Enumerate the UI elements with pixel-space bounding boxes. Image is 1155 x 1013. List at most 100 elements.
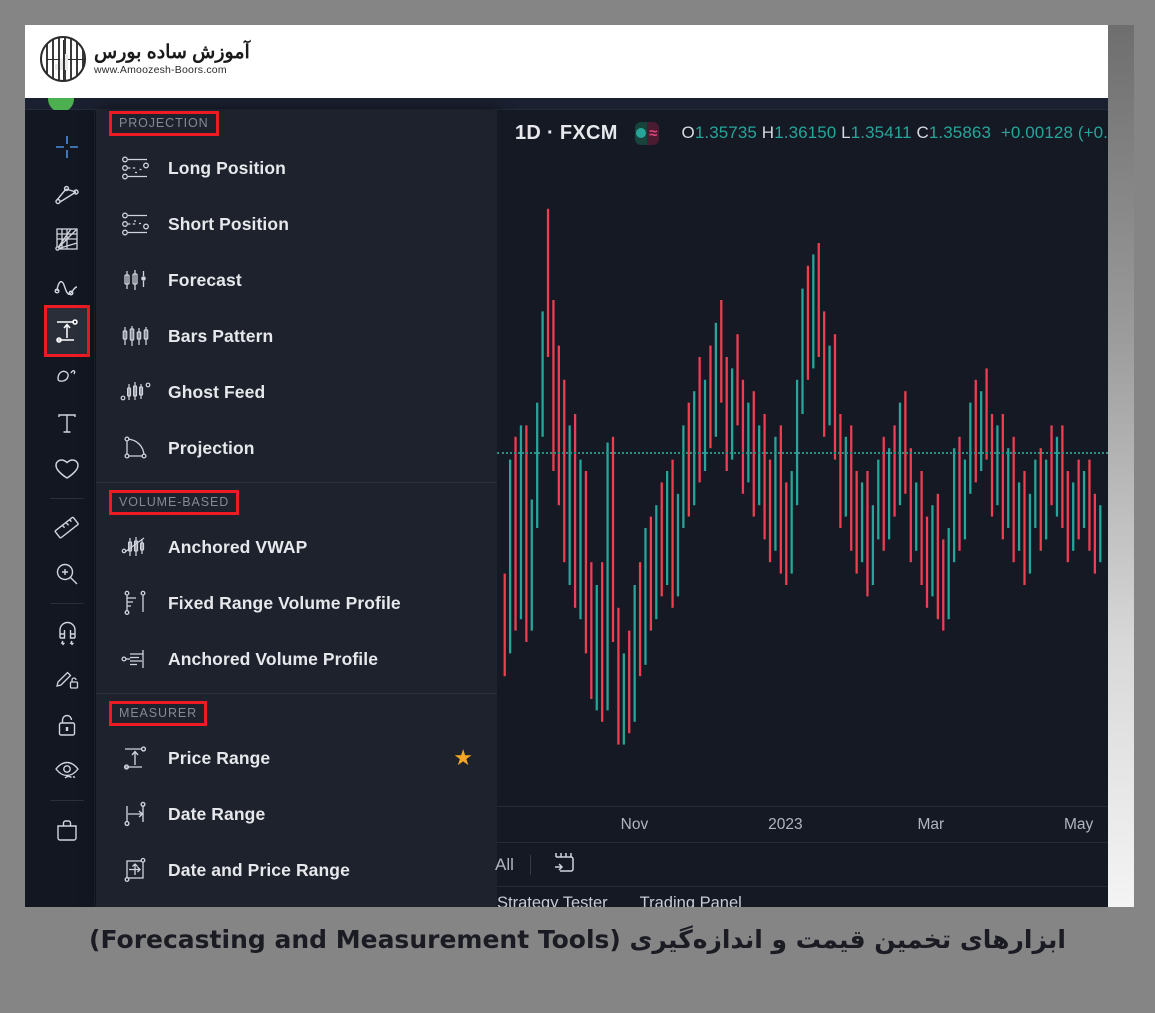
ghost-feed-icon: [116, 379, 156, 405]
app-top-strip: [25, 98, 1108, 110]
current-price-line: [497, 452, 1108, 454]
globe-chart-icon: [40, 36, 86, 82]
screenshot-page: آموزش ساده بورس www.Amoozesh-Boors.com: [0, 0, 1155, 1013]
range-all-button[interactable]: All: [495, 855, 514, 875]
menu-item-date-and-price-range[interactable]: Date and Price Range: [96, 842, 497, 898]
magnet-tool[interactable]: [47, 610, 87, 656]
menu-item-fixed-range-volume-profile[interactable]: Fixed Range Volume Profile: [96, 575, 497, 631]
trading-app: ‹ PROJECTION: [25, 98, 1108, 907]
stay-in-drawing-mode-tool[interactable]: [47, 656, 87, 702]
range-toolbar: All: [497, 842, 1108, 886]
market-status-pill[interactable]: ≈: [635, 122, 660, 145]
ohlc-c-value: 1.35863: [929, 123, 991, 142]
screenshot-frame: آموزش ساده بورس www.Amoozesh-Boors.com: [25, 25, 1108, 907]
range-divider: [530, 855, 531, 875]
short-position-icon: [116, 211, 156, 237]
menu-label: Long Position: [168, 158, 286, 179]
menu-label: Projection: [168, 438, 255, 459]
patterns-tool[interactable]: [47, 446, 87, 492]
ohlc-change: +0.00128 (+0.: [1001, 123, 1108, 142]
menu-item-ghost-feed[interactable]: Ghost Feed: [96, 364, 497, 420]
ohlc-bars: [497, 156, 1108, 806]
site-logo: آموزش ساده بورس www.Amoozesh-Boors.com: [40, 36, 250, 82]
hide-drawings-tool[interactable]: [47, 748, 87, 794]
toolbar-divider: [50, 603, 84, 604]
menu-item-anchored-vwap[interactable]: Anchored VWAP: [96, 519, 497, 575]
time-tick: Nov: [621, 816, 649, 834]
cross-cursor-tool[interactable]: [47, 124, 87, 170]
long-position-icon: [116, 155, 156, 181]
menu-item-price-range[interactable]: Price Range ★: [96, 730, 497, 786]
group-title-measurer: MEASURER: [109, 701, 207, 726]
gann-fibonacci-tool[interactable]: [47, 216, 87, 262]
ohlc-l-value: 1.35411: [851, 123, 912, 142]
group-title-projection: PROJECTION: [109, 111, 219, 136]
group-header-volume-based: VOLUME-BASED: [96, 489, 497, 519]
menu-item-long-position[interactable]: Long Position: [96, 140, 497, 196]
market-open-dot-icon: [635, 122, 647, 145]
menu-label: Price Range: [168, 748, 270, 769]
chart-area: 1D · FXCM ≈ O1.35735 H1.36150 L1.35411 C…: [497, 110, 1108, 907]
market-wave-icon: ≈: [647, 122, 659, 145]
measure-ruler-tool[interactable]: [47, 505, 87, 551]
drawing-toolbar: ‹: [40, 110, 95, 907]
anchored-vwap-icon: [116, 534, 156, 560]
tab-strategy-tester[interactable]: Strategy Tester: [497, 894, 608, 908]
price-range-tool[interactable]: [47, 308, 87, 354]
menu-label: Forecast: [168, 270, 242, 291]
bars-pattern-icon: [116, 323, 156, 349]
group-title-volume-based: VOLUME-BASED: [109, 490, 239, 515]
menu-item-date-range[interactable]: Date Range: [96, 786, 497, 842]
favorite-star-icon[interactable]: ★: [453, 747, 473, 769]
menu-item-bars-pattern[interactable]: Bars Pattern: [96, 308, 497, 364]
bottom-tabs: Strategy Tester Trading Panel: [497, 886, 1108, 907]
ohlc-l-key: L: [841, 123, 851, 142]
menu-item-short-position[interactable]: Short Position: [96, 196, 497, 252]
time-axis[interactable]: Nov2023MarMay: [497, 806, 1108, 842]
menu-label: Date and Price Range: [168, 860, 350, 881]
time-tick: 2023: [768, 816, 802, 834]
fixed-range-volume-profile-icon: [116, 590, 156, 616]
group-header-projection: PROJECTION: [96, 110, 497, 140]
toolbar-divider: [50, 800, 84, 801]
chart-header: 1D · FXCM ≈ O1.35735 H1.36150 L1.35411 C…: [497, 110, 1108, 156]
ohlc-h-key: H: [762, 123, 774, 142]
menu-label: Short Position: [168, 214, 289, 235]
logo-title: آموزش ساده بورس: [94, 43, 250, 62]
price-range-icon: [116, 745, 156, 771]
ohlc-readout: O1.35735 H1.36150 L1.35411 C1.35863 +0.0…: [681, 123, 1108, 143]
text-tool[interactable]: [47, 400, 87, 446]
group-header-measurer: MEASURER: [96, 700, 497, 730]
lock-drawings-tool[interactable]: [47, 702, 87, 748]
screenshot-shadow: [1108, 25, 1134, 907]
menu-item-forecast[interactable]: Forecast: [96, 252, 497, 308]
calendar-arrow-icon[interactable]: [549, 849, 576, 881]
logo-url: www.Amoozesh-Boors.com: [94, 65, 250, 76]
price-plot[interactable]: [497, 156, 1108, 806]
menu-label: Bars Pattern: [168, 326, 273, 347]
ohlc-c-key: C: [916, 123, 928, 142]
time-tick: Mar: [917, 816, 944, 834]
zoom-in-tool[interactable]: [47, 551, 87, 597]
remove-drawings-tool[interactable]: [47, 807, 87, 853]
date-range-icon: [116, 801, 156, 827]
elliott-wave-tool[interactable]: [47, 262, 87, 308]
logo-band: آموزش ساده بورس www.Amoozesh-Boors.com: [25, 25, 1108, 98]
group-divider: [96, 482, 497, 483]
figure-caption: ابزارهای تخمین قیمت و اندازه‌گیری (Forec…: [0, 925, 1155, 954]
ohlc-o-value: 1.35735: [695, 123, 757, 142]
toolbar-divider: [50, 498, 84, 499]
menu-label: Anchored Volume Profile: [168, 649, 378, 670]
trend-line-tool[interactable]: [47, 170, 87, 216]
anchored-volume-profile-icon: [116, 646, 156, 672]
group-divider: [96, 693, 497, 694]
menu-item-projection[interactable]: Projection: [96, 420, 497, 476]
symbol-timeframe-label[interactable]: 1D · FXCM: [515, 122, 618, 145]
menu-item-anchored-volume-profile[interactable]: Anchored Volume Profile: [96, 631, 497, 687]
ohlc-o-key: O: [681, 123, 694, 142]
ohlc-h-value: 1.36150: [774, 123, 836, 142]
tab-trading-panel[interactable]: Trading Panel: [640, 894, 742, 908]
menu-label: Anchored VWAP: [168, 537, 307, 558]
brush-tool[interactable]: [47, 354, 87, 400]
drawing-tools-flyout: PROJECTION Long Position: [96, 110, 497, 907]
